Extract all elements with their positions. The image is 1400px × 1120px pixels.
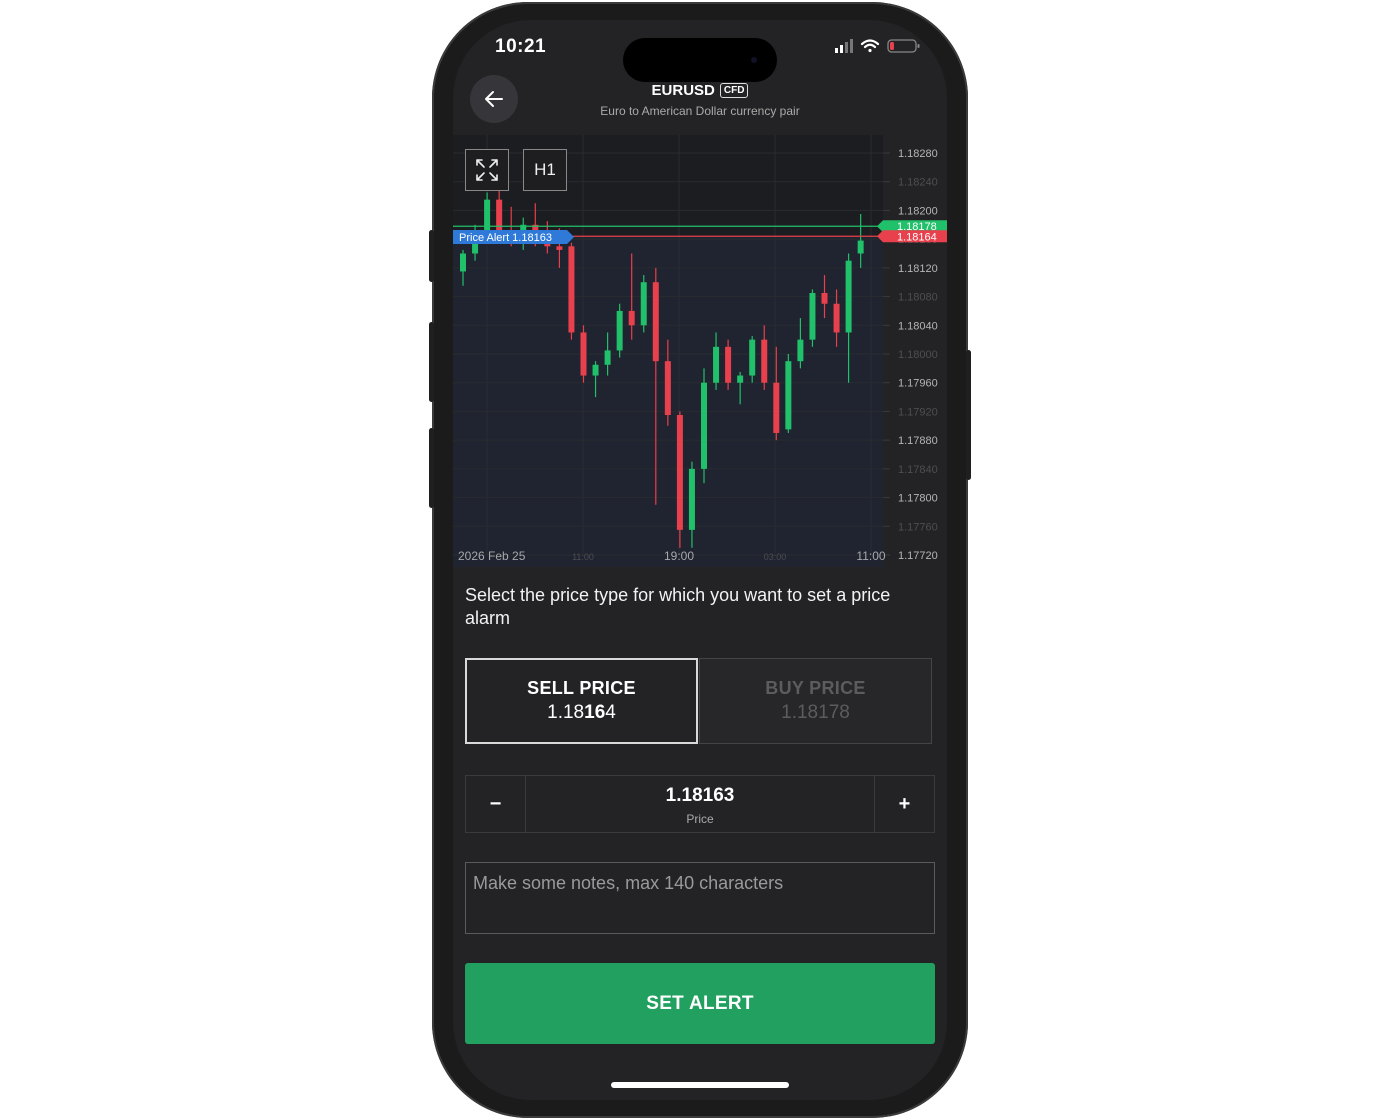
status-time: 10:21 [495,36,547,57]
notes-field[interactable]: Make some notes, max 140 characters [465,862,935,934]
candle-body [713,346,720,383]
price-type-selector: SELL PRICE 1.18164 BUY PRICE 1.18178 [465,658,935,746]
volume-down-button [429,428,434,508]
candle-body [833,303,840,333]
dynamic-island [623,38,777,82]
sell-price-tab[interactable]: SELL PRICE 1.18164 [465,658,698,744]
timeframe-button[interactable]: H1 [523,149,567,191]
notes-placeholder: Make some notes, max 140 characters [473,873,784,893]
price-chart[interactable]: 1.182801.182401.182001.181601.181201.180… [453,135,947,567]
y-tick-label: 1.18120 [898,263,938,275]
candle-body [809,292,816,340]
y-tick-label: 1.17840 [898,464,938,476]
sell-price-tag-label: 1.18164 [897,231,937,243]
price-alert-label: Price Alert 1.18163 [459,232,552,244]
action-button [429,230,434,282]
x-tick-label: 2026 Feb 25 [458,549,526,563]
candle-body [616,310,623,351]
candle-body [857,240,864,254]
expand-icon [476,159,498,181]
sell-price-label: SELL PRICE [527,678,636,698]
cellular-signal-icon [835,39,853,53]
candle-body [496,199,503,232]
x-tick-label: 19:00 [664,549,694,563]
fullscreen-button[interactable] [465,149,509,191]
candle-body [797,339,804,362]
power-button [966,350,971,480]
buy-price-tab[interactable]: BUY PRICE 1.18178 [699,658,932,744]
y-tick-label: 1.18080 [898,292,938,304]
candle-body [640,282,647,326]
y-tick-label: 1.18240 [898,177,938,189]
battery-icon [887,39,920,53]
candle-body [628,310,635,326]
price-input[interactable]: 1.18163 [526,785,874,807]
x-tick-label: 11:00 [856,549,885,563]
candle-body [604,350,611,365]
candle-body [676,415,683,530]
instruction-text: Select the price type for which you want… [465,585,891,628]
y-tick-label: 1.17760 [898,521,938,533]
y-tick-label: 1.17960 [898,378,938,390]
candle-body [592,364,599,376]
app-screen: 10:21 EURUSD CFD Euro to American Dollar… [453,20,947,1100]
volume-up-button [429,322,434,402]
price-stepper: − 1.18163 Price + [465,775,935,833]
candle-body [460,253,466,272]
candle-body [484,199,491,232]
cfd-badge: CFD [719,83,749,98]
candle-body [568,246,575,333]
y-tick-label: 1.17880 [898,435,938,447]
candle-body [664,361,671,416]
candle-body [785,361,792,430]
candle-body [761,339,768,383]
y-tick-label: 1.18040 [898,320,938,332]
y-tick-label: 1.17920 [898,406,938,418]
buy-price-value: 1.18178 [781,702,850,723]
candle-body [688,468,695,530]
status-icons [831,38,923,54]
candle-body [701,382,707,469]
candle-body [845,260,852,333]
set-alert-button[interactable]: SET ALERT [465,963,935,1044]
candle-body [737,375,744,383]
home-indicator [611,1082,789,1088]
candle-body [652,282,659,362]
y-tick-label: 1.18280 [898,148,938,160]
price-input-label: Price [686,812,714,826]
wifi-icon [860,39,880,53]
candle-body [773,382,780,433]
instrument-title: EURUSD CFD [453,82,947,99]
sell-price-value: 1.18164 [547,702,616,723]
candle-body [556,246,563,250]
x-tick-label: 11:00 [572,552,594,562]
instrument-subtitle: Euro to American Dollar currency pair [600,104,800,118]
symbol-name: EURUSD [651,82,715,99]
y-tick-label: 1.17720 [898,550,938,562]
candle-body [580,332,587,376]
increase-price-button[interactable]: + [874,776,934,832]
y-tick-label: 1.18200 [898,205,938,217]
candle-body [725,346,732,383]
decrease-price-button[interactable]: − [466,776,526,832]
candlestick-chart[interactable]: 1.182801.182401.182001.181601.181201.180… [453,135,947,567]
candle-body [821,292,828,304]
x-tick-label: 03:00 [764,552,787,562]
buy-price-label: BUY PRICE [765,678,866,698]
y-tick-label: 1.17800 [898,493,938,505]
candle-body [749,339,756,376]
y-tick-label: 1.18000 [898,349,938,361]
